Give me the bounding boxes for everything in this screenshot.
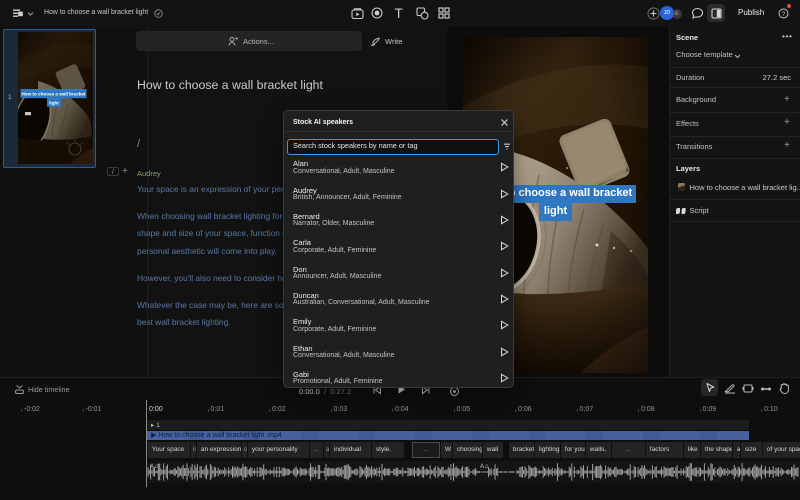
svg-text:?: ? <box>782 10 786 17</box>
svg-text:How to choose a wall bracket: How to choose a wall bracket <box>21 92 86 97</box>
svg-text:light: light <box>49 101 59 106</box>
